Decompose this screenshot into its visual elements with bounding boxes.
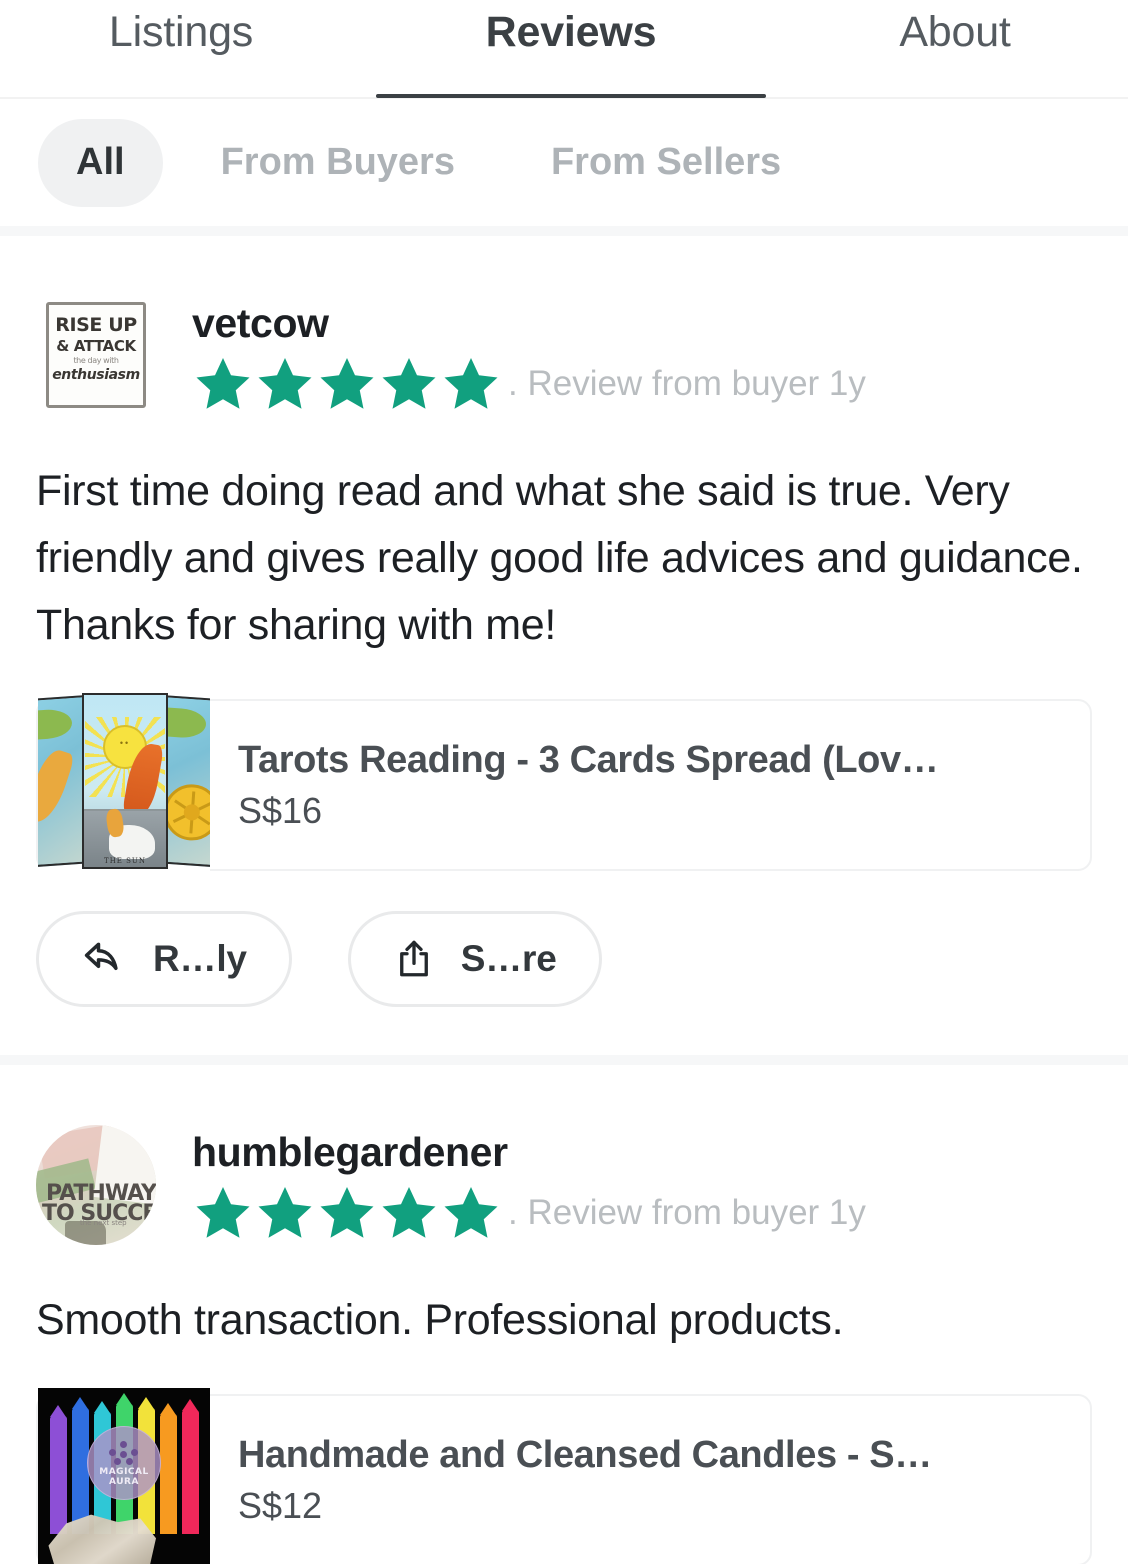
review-source-timestamp: . Review from buyer 1y (508, 1193, 866, 1232)
tab-reviews[interactable]: Reviews (376, 2, 766, 98)
tarot-card-label: THE SUN (104, 857, 146, 865)
tarot-card-the-sun: •• THE SUN (82, 693, 168, 869)
reviewer-username[interactable]: vetcow (192, 298, 866, 348)
star-icon (320, 1187, 374, 1238)
product-info: Handmade and Cleansed Candles - S… S$12 (238, 1432, 932, 1528)
avatar-sign-line-3: the day with (73, 356, 119, 365)
star-icon (258, 358, 312, 409)
active-tab-underline (376, 94, 766, 98)
logo-line-2: AURA (109, 1477, 139, 1487)
product-price: S$16 (238, 790, 323, 831)
reply-arrow-icon (81, 937, 127, 981)
star-icon (444, 1187, 498, 1238)
star-icon (382, 1187, 436, 1238)
review-item: RISE UP & ATTACK the day with enthusiasm… (0, 236, 1128, 1055)
reviewed-product-card[interactable]: MAGICAL AURA Handmade and Cleansed Candl… (36, 1388, 1092, 1564)
product-price: S$12 (238, 1485, 323, 1526)
reviews-screen: Listings Reviews About All From Buyers F… (0, 0, 1128, 1564)
filter-chip-from-sellers[interactable]: From Sellers (513, 119, 819, 207)
reviewer-username[interactable]: humblegardener (192, 1127, 866, 1177)
review-separator (0, 1055, 1128, 1065)
star-icon (196, 1187, 250, 1238)
filter-chip-all-label: All (76, 141, 125, 183)
reviewed-product-card[interactable]: •• THE SUN Tarots Reading - 3 Cards Spre… (36, 693, 1092, 873)
star-icon (444, 358, 498, 409)
star-rating (192, 1183, 502, 1243)
tab-about[interactable]: About (810, 2, 1100, 98)
logo-line-1: MAGICAL (99, 1467, 149, 1477)
reviewer-avatar[interactable]: RISE UP & ATTACK the day with enthusiasm (36, 296, 156, 416)
product-title: Tarots Reading - 3 Cards Spread (Lov… (238, 739, 939, 781)
avatar-sign-line-4: enthusiasm (52, 367, 140, 383)
reviewer-info: vetcow . Review from buyer 1y (192, 296, 866, 414)
review-header: PATHWAY TO SUCCESS the next step humbleg… (36, 1065, 1092, 1245)
tab-listings-label: Listings (108, 8, 254, 56)
star-rating (192, 354, 502, 414)
filter-chip-from-buyers-label: From Buyers (220, 141, 455, 183)
review-item: PATHWAY TO SUCCESS the next step humbleg… (0, 1065, 1128, 1564)
review-meta-row: . Review from buyer 1y (192, 354, 866, 414)
tab-reviews-label: Reviews (485, 8, 657, 56)
star-icon (320, 358, 374, 409)
review-meta-row: . Review from buyer 1y (192, 1183, 866, 1243)
review-actions: R…ly S…re (36, 871, 1092, 1055)
share-button-label: S…re (460, 938, 557, 979)
review-text: Smooth transaction. Professional product… (36, 1296, 844, 1344)
reviewer-info: humblegardener . Review from buyer 1y (192, 1125, 866, 1243)
review-filter-bar: All From Buyers From Sellers (0, 99, 1128, 236)
tab-listings[interactable]: Listings (36, 2, 326, 98)
review-text: First time doing read and what she said … (36, 467, 1083, 649)
rise-up-sign-avatar: RISE UP & ATTACK the day with enthusiasm (46, 302, 146, 408)
star-icon (258, 1187, 312, 1238)
star-icon (196, 358, 250, 409)
avatar-sign-line-1: RISE UP (55, 314, 137, 336)
tarot-cards-thumbnail: •• THE SUN (38, 693, 210, 873)
review-header: RISE UP & ATTACK the day with enthusiasm… (36, 236, 1092, 416)
pathway-to-success-avatar: PATHWAY TO SUCCESS the next step (36, 1125, 156, 1245)
filter-chip-from-sellers-label: From Sellers (550, 141, 782, 183)
reply-button[interactable]: R…ly (36, 911, 292, 1007)
avatar-sign-line-2: & ATTACK (56, 337, 136, 355)
tab-about-label: About (899, 8, 1011, 56)
filter-chip-from-buyers[interactable]: From Buyers (183, 119, 493, 207)
product-title: Handmade and Cleansed Candles - S… (238, 1434, 932, 1476)
magical-aura-logo: MAGICAL AURA (87, 1426, 161, 1500)
profile-tab-bar: Listings Reviews About (0, 0, 1128, 99)
review-source-timestamp: . Review from buyer 1y (508, 364, 866, 403)
product-info: Tarots Reading - 3 Cards Spread (Lov… S$… (238, 737, 938, 833)
reply-button-label: R…ly (153, 938, 247, 979)
avatar-book-line-3: the next step (80, 1219, 127, 1227)
share-button[interactable]: S…re (347, 911, 602, 1007)
filter-chip-all[interactable]: All (38, 118, 163, 207)
share-upload-icon (393, 936, 435, 982)
rainbow-candles-thumbnail: MAGICAL AURA (38, 1388, 210, 1564)
star-icon (382, 358, 436, 409)
reviewer-avatar[interactable]: PATHWAY TO SUCCESS the next step (36, 1125, 156, 1245)
